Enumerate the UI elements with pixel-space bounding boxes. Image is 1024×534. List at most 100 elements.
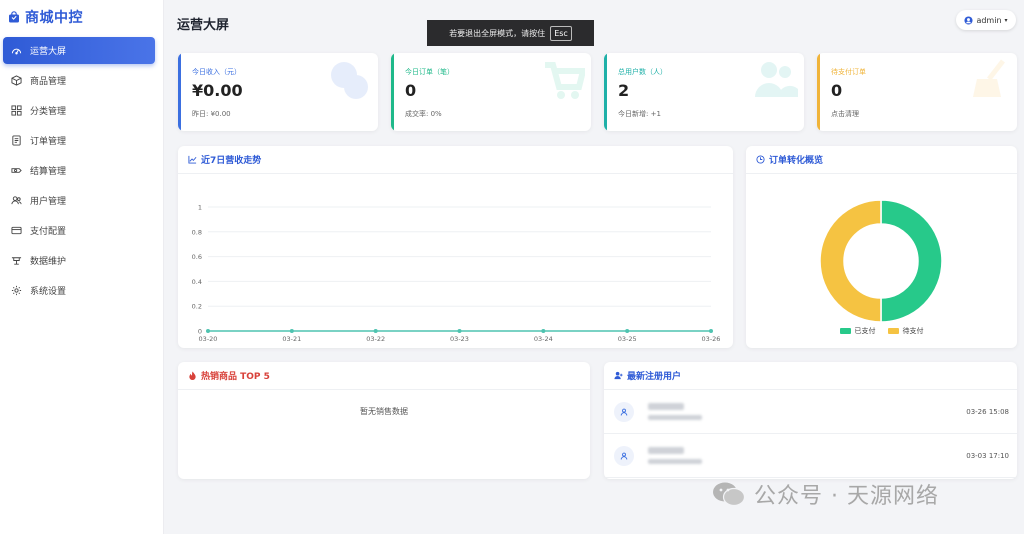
user-list-item[interactable]: 03-03 17:10	[604, 434, 1017, 478]
watermark-text: 公众号 · 天源网络	[754, 484, 939, 509]
stat-card-pending[interactable]: 待支付订单 0 点击清理	[817, 53, 1017, 131]
panel-title: 订单转化概览	[769, 156, 824, 166]
revenue-line-chart: 00.20.40.60.8103-20 03-21 03-22 03-23 03-24 0…	[192, 204, 721, 344]
card-accent	[178, 53, 181, 131]
document-icon	[12, 135, 21, 146]
y-tick-label: 1	[198, 204, 202, 212]
legend-item-unpaid[interactable]: 待支付	[887, 326, 924, 336]
legend-swatch	[887, 328, 899, 334]
card-accent	[391, 53, 394, 131]
sidebar-item-label: 商品管理	[30, 77, 67, 87]
stat-value: 2	[618, 81, 630, 100]
watermark: 公众号 · 天源网络	[712, 478, 939, 510]
data-point	[289, 329, 294, 333]
stat-value: 0	[405, 81, 417, 100]
line-chart-icon	[188, 155, 197, 164]
broom-icon	[973, 59, 1005, 97]
sidebar-item-label: 数据维护	[30, 257, 67, 267]
card-accent	[817, 53, 820, 131]
card-accent	[604, 53, 607, 131]
y-tick-label: 0.2	[192, 303, 202, 311]
avatar	[614, 445, 634, 466]
conversion-donut-chart	[819, 199, 943, 323]
fullscreen-toast: 若要退出全屏模式，请按住 Esc	[427, 20, 594, 46]
coins-icon	[331, 62, 368, 99]
sidebar-item-label: 系统设置	[30, 287, 67, 297]
sidebar-item-data[interactable]: 数据维护	[3, 247, 155, 274]
data-point	[206, 329, 210, 333]
avatar	[614, 401, 634, 422]
clock-icon	[756, 155, 765, 164]
donut-legend: 已支付 待支付	[746, 326, 1017, 336]
x-tick-label: 03-25	[618, 335, 637, 343]
sidebar-item-payment[interactable]: 支付配置	[3, 217, 155, 244]
panel-header: 热销商品 TOP 5	[178, 362, 590, 390]
stat-sub: 成交率: 0%	[405, 110, 442, 118]
brand[interactable]: 商城中控	[0, 0, 163, 34]
brand-title: 商城中控	[25, 10, 83, 26]
clean-link[interactable]: 点击清理	[831, 109, 859, 119]
stat-label: 今日收入（元）	[192, 68, 241, 76]
fire-icon	[189, 371, 196, 380]
stat-card-users: 总用户数（人） 2 今日新增: +1	[604, 53, 804, 131]
x-tick-label: 03-26	[702, 335, 721, 343]
stat-label: 今日订单（笔）	[405, 68, 454, 76]
settlement-icon	[11, 168, 22, 173]
data-point	[709, 329, 713, 333]
donut-slice	[880, 199, 943, 323]
dashboard-icon	[11, 48, 22, 55]
box-icon	[11, 75, 22, 86]
stat-label: 总用户数（人）	[618, 68, 667, 76]
stat-sub: 昨日: ¥0.00	[192, 110, 231, 118]
x-tick-label: 03-20	[199, 335, 218, 343]
legend-item-paid[interactable]: 已支付	[839, 326, 876, 336]
sidebar-item-products[interactable]: 商品管理	[3, 67, 155, 94]
stat-value: 0	[831, 81, 843, 100]
order-conversion-panel: 订单转化概览 已支付 待支付	[746, 146, 1017, 348]
sidebar-item-orders[interactable]: 订单管理	[3, 127, 155, 154]
user-list-item[interactable]: 03-26 15:08	[604, 390, 1017, 434]
sidebar-item-settings[interactable]: 系统设置	[3, 277, 155, 304]
data-icon	[11, 257, 22, 265]
users-icon	[11, 196, 22, 205]
empty-state: 暂无销售数据	[360, 407, 408, 416]
card-icon	[11, 226, 22, 235]
sidebar-item-users[interactable]: 用户管理	[3, 187, 155, 214]
page-title: 运营大屏	[177, 18, 230, 33]
shopping-bag-icon	[9, 11, 19, 23]
user-icon	[620, 408, 628, 416]
redacted-user-info	[648, 403, 702, 420]
stat-card-orders: 今日订单（笔） 0 成交率: 0%	[391, 53, 591, 131]
data-point	[541, 329, 546, 333]
add-user-icon	[614, 371, 623, 380]
username: admin	[976, 15, 1002, 25]
sidebar-item-label: 结算管理	[30, 167, 67, 177]
register-time: 03-03 17:10	[966, 451, 1009, 460]
cart-icon	[545, 62, 585, 99]
grid-icon	[11, 105, 22, 116]
hot-products-panel: 热销商品 TOP 5 暂无销售数据	[178, 362, 590, 479]
register-time: 03-26 15:08	[966, 407, 1009, 416]
sidebar-item-categories[interactable]: 分类管理	[3, 97, 155, 124]
legend-label: 已支付	[854, 327, 876, 335]
panel-header: 最新注册用户	[604, 362, 1017, 390]
x-tick-label: 03-21	[282, 335, 301, 343]
user-menu-button[interactable]: admin ▾	[956, 10, 1016, 30]
panel-title: 热销商品 TOP 5	[201, 372, 270, 382]
sidebar-item-settlement[interactable]: 结算管理	[3, 157, 155, 184]
revenue-trend-panel: 近7日营收走势 0 0.2 0.4 0.6 0.8 1 03-20 03-21 03-22 03-…	[178, 146, 733, 348]
panel-title: 最新注册用户	[627, 372, 682, 382]
data-point	[625, 329, 630, 333]
stat-label: 待支付订单	[831, 68, 866, 76]
sidebar-item-dashboard[interactable]: 运营大屏	[3, 37, 155, 64]
stat-sub: 今日新增: +1	[618, 110, 661, 118]
stat-card-income: 今日收入（元） ¥0.00 昨日: ¥0.00	[178, 53, 378, 131]
sidebar-nav: 运营大屏 商品管理 分类管理 订单管理 结算管理 用户管理 支付配置 数据维护	[0, 37, 163, 304]
x-tick-label: 03-24	[534, 335, 553, 343]
legend-label: 待支付	[902, 327, 924, 335]
y-tick-label: 0.8	[192, 228, 202, 236]
sidebar: 商城中控 运营大屏 商品管理 分类管理 订单管理 结算管理 用户管理 支付配置 …	[0, 0, 164, 534]
latest-users-panel: 最新注册用户 03-26 15:08 03-03 17:10	[604, 362, 1017, 479]
sidebar-item-label: 支付配置	[30, 227, 67, 237]
wechat-icon	[713, 482, 746, 507]
